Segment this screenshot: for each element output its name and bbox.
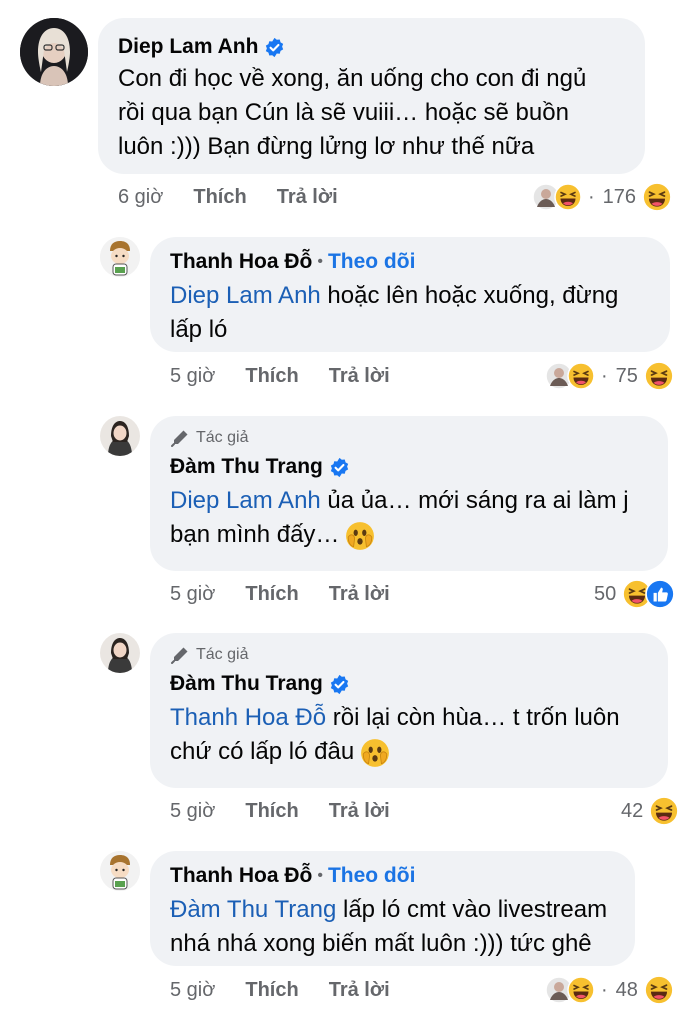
reply-bubble: Tác giả Đàm Thu Trang Thanh Hoa Đỗ rồi l… [150, 633, 668, 788]
reaction-summary[interactable]: · 176 [532, 180, 672, 214]
reply-button[interactable]: Trả lời [277, 186, 338, 209]
pencil-icon [170, 645, 190, 665]
comment-text-line: nhá nhá xong biến mất luôn :))) tức ghê [170, 930, 592, 957]
comment-text: lấp ló cmt vào livestream [336, 896, 608, 923]
fearful-emoji-icon [360, 738, 390, 768]
comment-text: rồi lại còn hùa… t trốn luôn [326, 704, 620, 731]
avatar[interactable] [100, 416, 140, 456]
author-badge: Tác giả [170, 645, 648, 665]
like-button[interactable]: Thích [245, 365, 298, 388]
pencil-icon [170, 428, 190, 448]
haha-reaction-icon[interactable] [642, 182, 672, 212]
reaction-count: 48 [615, 978, 638, 1001]
comment-text: hoặc lên hoặc xuống, đừng [320, 282, 619, 309]
author-badge: Tác giả [170, 428, 648, 448]
comment-author-name[interactable]: Thanh Hoa Đỗ [170, 863, 312, 889]
reply-button[interactable]: Trả lời [329, 979, 390, 1002]
reply-bubble: Tác giả Đàm Thu Trang Diep Lam Anh ủa ủa… [150, 416, 668, 571]
haha-reaction-icon [567, 976, 595, 1004]
comment-actions: 5 giờ Thích Trả lời [170, 361, 390, 391]
verified-badge-icon [329, 674, 350, 695]
mention-link[interactable]: Diep Lam Anh [170, 487, 321, 514]
reaction-count: 75 [615, 364, 638, 387]
follow-button[interactable]: Theo dõi [328, 249, 416, 275]
haha-reaction-icon[interactable] [644, 975, 674, 1005]
avatar[interactable] [100, 633, 140, 673]
like-reaction-icon [645, 579, 675, 609]
comment-author-name[interactable]: Đàm Thu Trang [170, 671, 323, 697]
comment-actions: 5 giờ Thích Trả lời [170, 975, 390, 1005]
verified-badge-icon [329, 457, 350, 478]
follow-button[interactable]: Theo dõi [328, 863, 416, 889]
reply-button[interactable]: Trả lời [329, 365, 390, 388]
avatar[interactable] [100, 237, 140, 277]
haha-reaction-icon[interactable] [644, 361, 674, 391]
reaction-count: 42 [621, 799, 644, 822]
comment-text-line: Con đi học về xong, ăn uống cho con đi n… [118, 65, 587, 92]
mention-link[interactable]: Thanh Hoa Đỗ [170, 704, 326, 731]
verified-badge-icon [264, 37, 285, 58]
reply-button[interactable]: Trả lời [329, 583, 390, 606]
haha-reaction-icon [567, 362, 595, 390]
comment-author-name[interactable]: Thanh Hoa Đỗ [170, 249, 312, 275]
reply-bubble: Thanh Hoa Đỗ • Theo dõi Đàm Thu Trang lấ… [150, 851, 635, 966]
mention-link[interactable]: Đàm Thu Trang [170, 896, 336, 923]
reaction-count: 176 [602, 185, 637, 208]
reaction-count: 50 [594, 582, 617, 605]
comment-actions: 5 giờ Thích Trả lời [170, 579, 390, 609]
comment-text-line: chứ có lấp ló đâu [170, 738, 355, 765]
author-badge-label: Tác giả [196, 646, 249, 663]
avatar[interactable] [20, 18, 88, 86]
reaction-summary[interactable]: · 48 [545, 973, 674, 1007]
comment-timestamp[interactable]: 5 giờ [170, 365, 215, 388]
comment-text-line: rồi qua bạn Cún là sẽ vuiii… hoặc sẽ buồ… [118, 99, 569, 126]
comment-actions: 6 giờ Thích Trả lời [118, 182, 338, 212]
reply-bubble: Thanh Hoa Đỗ • Theo dõi Diep Lam Anh hoặ… [150, 237, 670, 352]
haha-reaction-icon [554, 183, 582, 211]
author-badge-label: Tác giả [196, 429, 249, 446]
reply-button[interactable]: Trả lời [329, 800, 390, 823]
like-button[interactable]: Thích [245, 583, 298, 606]
avatar[interactable] [100, 851, 140, 891]
comment-author-name[interactable]: Đàm Thu Trang [170, 454, 323, 480]
mention-link[interactable]: Diep Lam Anh [170, 282, 321, 309]
comment-text-line: lấp ló [170, 316, 228, 343]
reaction-summary[interactable]: 42 [617, 794, 679, 828]
comment-timestamp[interactable]: 5 giờ [170, 979, 215, 1002]
comment-actions: 5 giờ Thích Trả lời [170, 796, 390, 826]
comment-text-line: luôn :))) Bạn đừng lửng lơ như thế nữa [118, 133, 535, 160]
like-button[interactable]: Thích [193, 186, 246, 209]
separator-dot: • [317, 253, 323, 270]
comment-timestamp[interactable]: 5 giờ [170, 800, 215, 823]
comment-text: ủa ủa… mới sáng ra ai làm j [320, 487, 629, 514]
reaction-summary[interactable]: · 75 [545, 359, 674, 393]
separator-dot: • [317, 867, 323, 884]
comment-bubble: Diep Lam Anh Con đi học về xong, ăn uống… [98, 18, 645, 174]
reaction-summary[interactable]: 50 [590, 577, 675, 611]
comment-timestamp[interactable]: 6 giờ [118, 186, 163, 209]
comment-text-line: bạn mình đấy… [170, 521, 340, 548]
fearful-emoji-icon [345, 521, 375, 551]
haha-reaction-icon [649, 796, 679, 826]
comment-timestamp[interactable]: 5 giờ [170, 583, 215, 606]
like-button[interactable]: Thích [245, 979, 298, 1002]
like-button[interactable]: Thích [245, 800, 298, 823]
comment-author-name[interactable]: Diep Lam Anh [118, 34, 258, 60]
